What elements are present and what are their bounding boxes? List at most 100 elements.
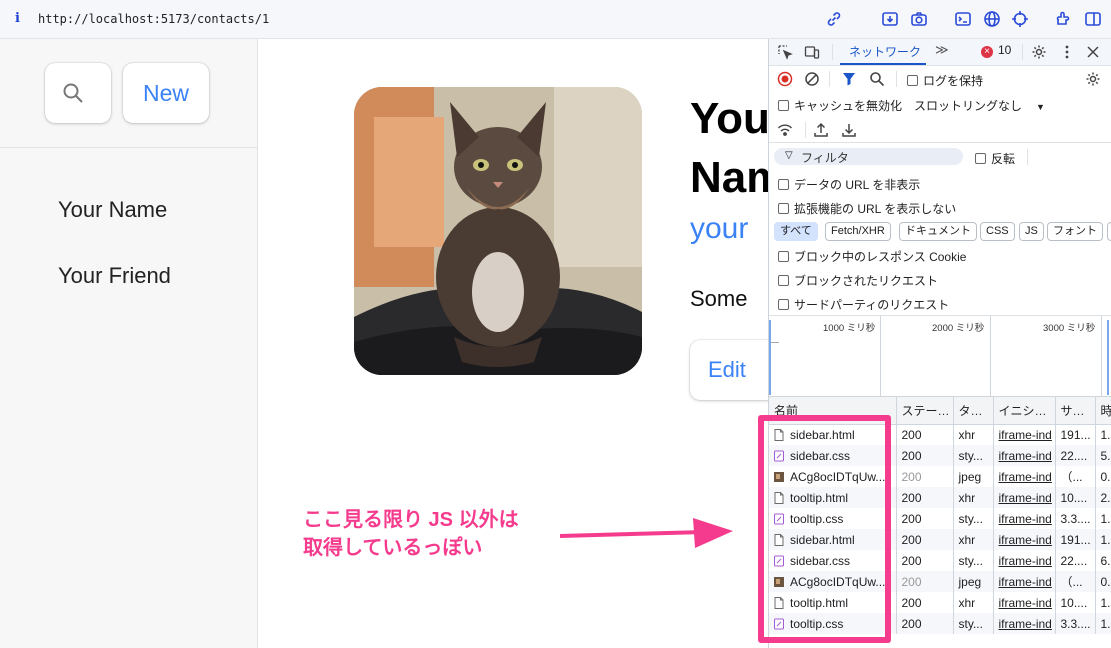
link-icon[interactable] (825, 10, 843, 28)
column-header-time[interactable]: 時 (1095, 397, 1111, 425)
size-cell: 3.3.... (1055, 613, 1096, 634)
network-conditions-wifi-icon[interactable] (777, 122, 793, 138)
column-header-status[interactable]: ステー… (896, 397, 954, 425)
third-party-checkbox[interactable]: サードパーティのリクエスト (778, 296, 949, 313)
hide-extension-urls-checkbox[interactable]: 拡張機能の URL を表示しない (778, 200, 956, 217)
preserve-log-checkbox[interactable]: ログを保持 (907, 72, 983, 89)
new-contact-button[interactable]: New (123, 63, 209, 123)
export-har-icon[interactable] (841, 122, 857, 138)
type-cell: sty... (953, 613, 994, 634)
filter-input[interactable]: ▽ フィルタ (774, 148, 963, 165)
timeline-handle-right[interactable] (1107, 320, 1111, 395)
edit-button[interactable]: Edit (690, 340, 776, 400)
column-header-size[interactable]: サ… (1055, 397, 1096, 425)
initiator-link[interactable]: iframe-ind (993, 571, 1056, 592)
type-cell: xhr (953, 424, 994, 445)
initiator-link[interactable]: iframe-ind (993, 424, 1056, 445)
type-cell: jpeg (953, 466, 994, 487)
initiator-link[interactable]: iframe-ind (993, 550, 1056, 571)
time-cell: 0... (1095, 571, 1111, 592)
crosshair-icon[interactable] (1011, 10, 1029, 28)
download-icon[interactable] (881, 10, 899, 28)
settings-gear-icon[interactable] (1031, 44, 1047, 60)
url-text[interactable]: http://localhost:5173/contacts/1 (38, 12, 269, 26)
size-cell: 10.... (1055, 592, 1096, 613)
error-count[interactable]: 10 (998, 43, 1011, 57)
clear-icon[interactable] (804, 71, 820, 87)
search-button[interactable] (45, 63, 111, 123)
disable-cache-checkbox[interactable]: キャッシュを無効化 (778, 97, 902, 114)
contact-notes: Some (690, 286, 748, 311)
devtools-tabbar: ネットワーク ≫ × 10 (769, 39, 1111, 66)
status-cell: 200 (896, 466, 954, 487)
throttling-select[interactable]: スロットリングなし ▼ (914, 97, 1045, 114)
initiator-link[interactable]: iframe-ind (993, 445, 1056, 466)
type-cell: sty... (953, 508, 994, 529)
column-header-initiator[interactable]: イニシ… (993, 397, 1056, 425)
size-cell: 22.... (1055, 550, 1096, 571)
size-cell: 22.... (1055, 445, 1096, 466)
time-cell: 5... (1095, 445, 1111, 466)
size-cell: 191... (1055, 424, 1096, 445)
initiator-link[interactable]: iframe-ind (993, 613, 1056, 634)
annotation-line1: ここ見る限り JS 以外は (303, 509, 519, 531)
annotation-highlight-box (758, 415, 891, 643)
error-icon: × (981, 46, 993, 58)
import-har-icon[interactable] (813, 122, 829, 138)
record-stop-icon[interactable] (777, 71, 793, 87)
more-options-icon[interactable] (1059, 44, 1075, 60)
search-icon[interactable] (869, 71, 885, 87)
timeline-tick: 3000 ミリ秒 (1043, 323, 1096, 334)
type-chip-more[interactable] (1107, 222, 1111, 241)
status-cell: 200 (896, 508, 954, 529)
network-settings-gear-icon[interactable] (1085, 71, 1101, 87)
status-cell: 200 (896, 550, 954, 571)
size-cell: 191... (1055, 529, 1096, 550)
initiator-link[interactable]: iframe-ind (993, 592, 1056, 613)
close-icon[interactable] (1085, 44, 1101, 60)
type-chip-document[interactable]: ドキュメント (899, 222, 977, 241)
blocked-requests-label: ブロックされたリクエスト (794, 274, 939, 288)
annotation-text: ここ見る限り JS 以外は 取得しているっぽい (303, 506, 519, 562)
contact-handle-link[interactable]: your (690, 212, 748, 246)
size-cell: 3.3.... (1055, 508, 1096, 529)
sidebar-item-your-friend[interactable]: Your Friend (58, 263, 171, 289)
type-cell: sty... (953, 550, 994, 571)
size-cell: 10.... (1055, 487, 1096, 508)
terminal-icon[interactable] (954, 10, 972, 28)
hide-data-urls-checkbox[interactable]: データの URL を非表示 (778, 176, 920, 193)
timeline-tick: 1000 ミリ秒 (823, 323, 876, 334)
device-toolbar-icon[interactable] (804, 44, 820, 60)
dropdown-arrow-icon: ▼ (1036, 102, 1045, 112)
tab-network[interactable]: ネットワーク (849, 43, 921, 60)
initiator-link[interactable]: iframe-ind (993, 487, 1056, 508)
type-chip-font[interactable]: フォント (1047, 222, 1103, 241)
timeline-handle-left[interactable] (769, 320, 773, 395)
site-info-icon[interactable]: i (15, 11, 25, 26)
time-cell: 2... (1095, 487, 1111, 508)
filter-funnel-icon[interactable] (841, 71, 857, 87)
type-chip-js[interactable]: JS (1019, 222, 1044, 241)
extensions-icon[interactable] (1055, 10, 1073, 28)
initiator-link[interactable]: iframe-ind (993, 508, 1056, 529)
status-cell: 200 (896, 613, 954, 634)
inspect-element-icon[interactable] (777, 44, 793, 60)
type-chip-css[interactable]: CSS (980, 222, 1015, 241)
blocked-requests-checkbox[interactable]: ブロックされたリクエスト (778, 272, 938, 289)
filter-row: ▽ フィルタ 反転 (769, 144, 1111, 170)
initiator-link[interactable]: iframe-ind (993, 529, 1056, 550)
cat-photo-image (354, 87, 642, 375)
initiator-link[interactable]: iframe-ind (993, 466, 1056, 487)
column-header-type[interactable]: タ… (953, 397, 994, 425)
globe-icon[interactable] (983, 10, 1001, 28)
timeline-tick: 2000 ミリ秒 (932, 323, 985, 334)
sidebar-item-your-name[interactable]: Your Name (58, 197, 167, 223)
invert-checkbox[interactable]: 反転 (975, 150, 1015, 167)
camera-icon[interactable] (910, 10, 928, 28)
third-party-label: サードパーティのリクエスト (794, 298, 950, 312)
type-chip-fetch-xhr[interactable]: Fetch/XHR (825, 222, 891, 241)
more-tabs-chevron-icon[interactable]: ≫ (935, 42, 949, 58)
blocked-cookies-checkbox[interactable]: ブロック中のレスポンス Cookie (778, 248, 966, 265)
sidepanel-icon[interactable] (1084, 10, 1102, 28)
type-chip-all[interactable]: すべて (774, 222, 818, 241)
